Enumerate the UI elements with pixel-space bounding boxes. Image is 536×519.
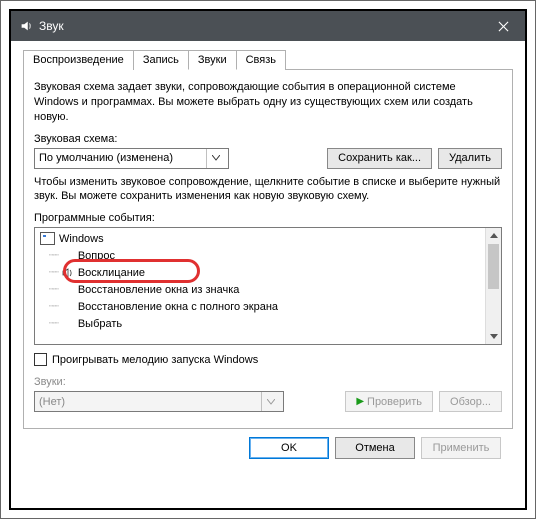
sounds-value: (Нет): [39, 396, 65, 408]
speaker-icon: [62, 267, 74, 279]
chevron-down-icon: [206, 149, 224, 168]
scheme-value: По умолчанию (изменена): [39, 152, 173, 164]
play-startup-label: Проигрывать мелодию запуска Windows: [52, 354, 258, 366]
ok-button[interactable]: OK: [249, 437, 329, 459]
tab-recording[interactable]: Запись: [133, 50, 189, 70]
close-button[interactable]: [483, 11, 523, 41]
play-icon: ▶: [356, 396, 364, 407]
tab-playback[interactable]: Воспроизведение: [23, 50, 134, 70]
browse-button: Обзор...: [439, 391, 502, 412]
play-startup-checkbox[interactable]: [34, 353, 47, 366]
sounds-label: Звуки:: [34, 376, 502, 388]
save-as-button[interactable]: Сохранить как...: [327, 148, 432, 169]
scrollbar[interactable]: [485, 228, 501, 344]
scroll-down-icon[interactable]: [486, 328, 501, 344]
events-description: Чтобы изменить звуковое сопровождение, щ…: [34, 175, 502, 205]
scheme-label: Звуковая схема:: [34, 133, 502, 145]
scheme-description: Звуковая схема задает звуки, сопровождаю…: [34, 80, 502, 125]
tree-item[interactable]: ┈┈ Выбрать: [35, 315, 501, 332]
tree-item[interactable]: ┈┈ Восстановление окна с полного экрана: [35, 298, 501, 315]
windows-icon: [40, 232, 55, 245]
sounds-dropdown: (Нет): [34, 391, 284, 412]
tab-communications[interactable]: Связь: [236, 50, 286, 70]
cancel-button[interactable]: Отмена: [335, 437, 415, 459]
titlebar: Звук: [11, 11, 525, 41]
tabs: Воспроизведение Запись Звуки Связь: [23, 49, 513, 70]
tab-sounds[interactable]: Звуки: [188, 50, 237, 70]
scroll-up-icon[interactable]: [486, 228, 501, 244]
tree-item[interactable]: ┈┈ Вопрос: [35, 247, 501, 264]
sound-icon: [19, 19, 33, 33]
tree-root[interactable]: Windows: [35, 230, 501, 247]
window-title: Звук: [39, 19, 483, 33]
scroll-thumb[interactable]: [488, 244, 499, 289]
chevron-down-icon: [261, 392, 279, 411]
tree-item-exclamation[interactable]: ┈┈ Восклицание: [35, 264, 501, 281]
scheme-dropdown[interactable]: По умолчанию (изменена): [34, 148, 229, 169]
apply-button: Применить: [421, 437, 501, 459]
test-button: ▶ Проверить: [345, 391, 433, 412]
tree-item[interactable]: ┈┈ Восстановление окна из значка: [35, 281, 501, 298]
delete-button[interactable]: Удалить: [438, 148, 502, 169]
tab-panel-sounds: Звуковая схема задает звуки, сопровождаю…: [23, 70, 513, 429]
events-tree[interactable]: Windows ┈┈ Вопрос ┈┈ Восклицание: [34, 227, 502, 345]
events-label: Программные события:: [34, 212, 502, 224]
